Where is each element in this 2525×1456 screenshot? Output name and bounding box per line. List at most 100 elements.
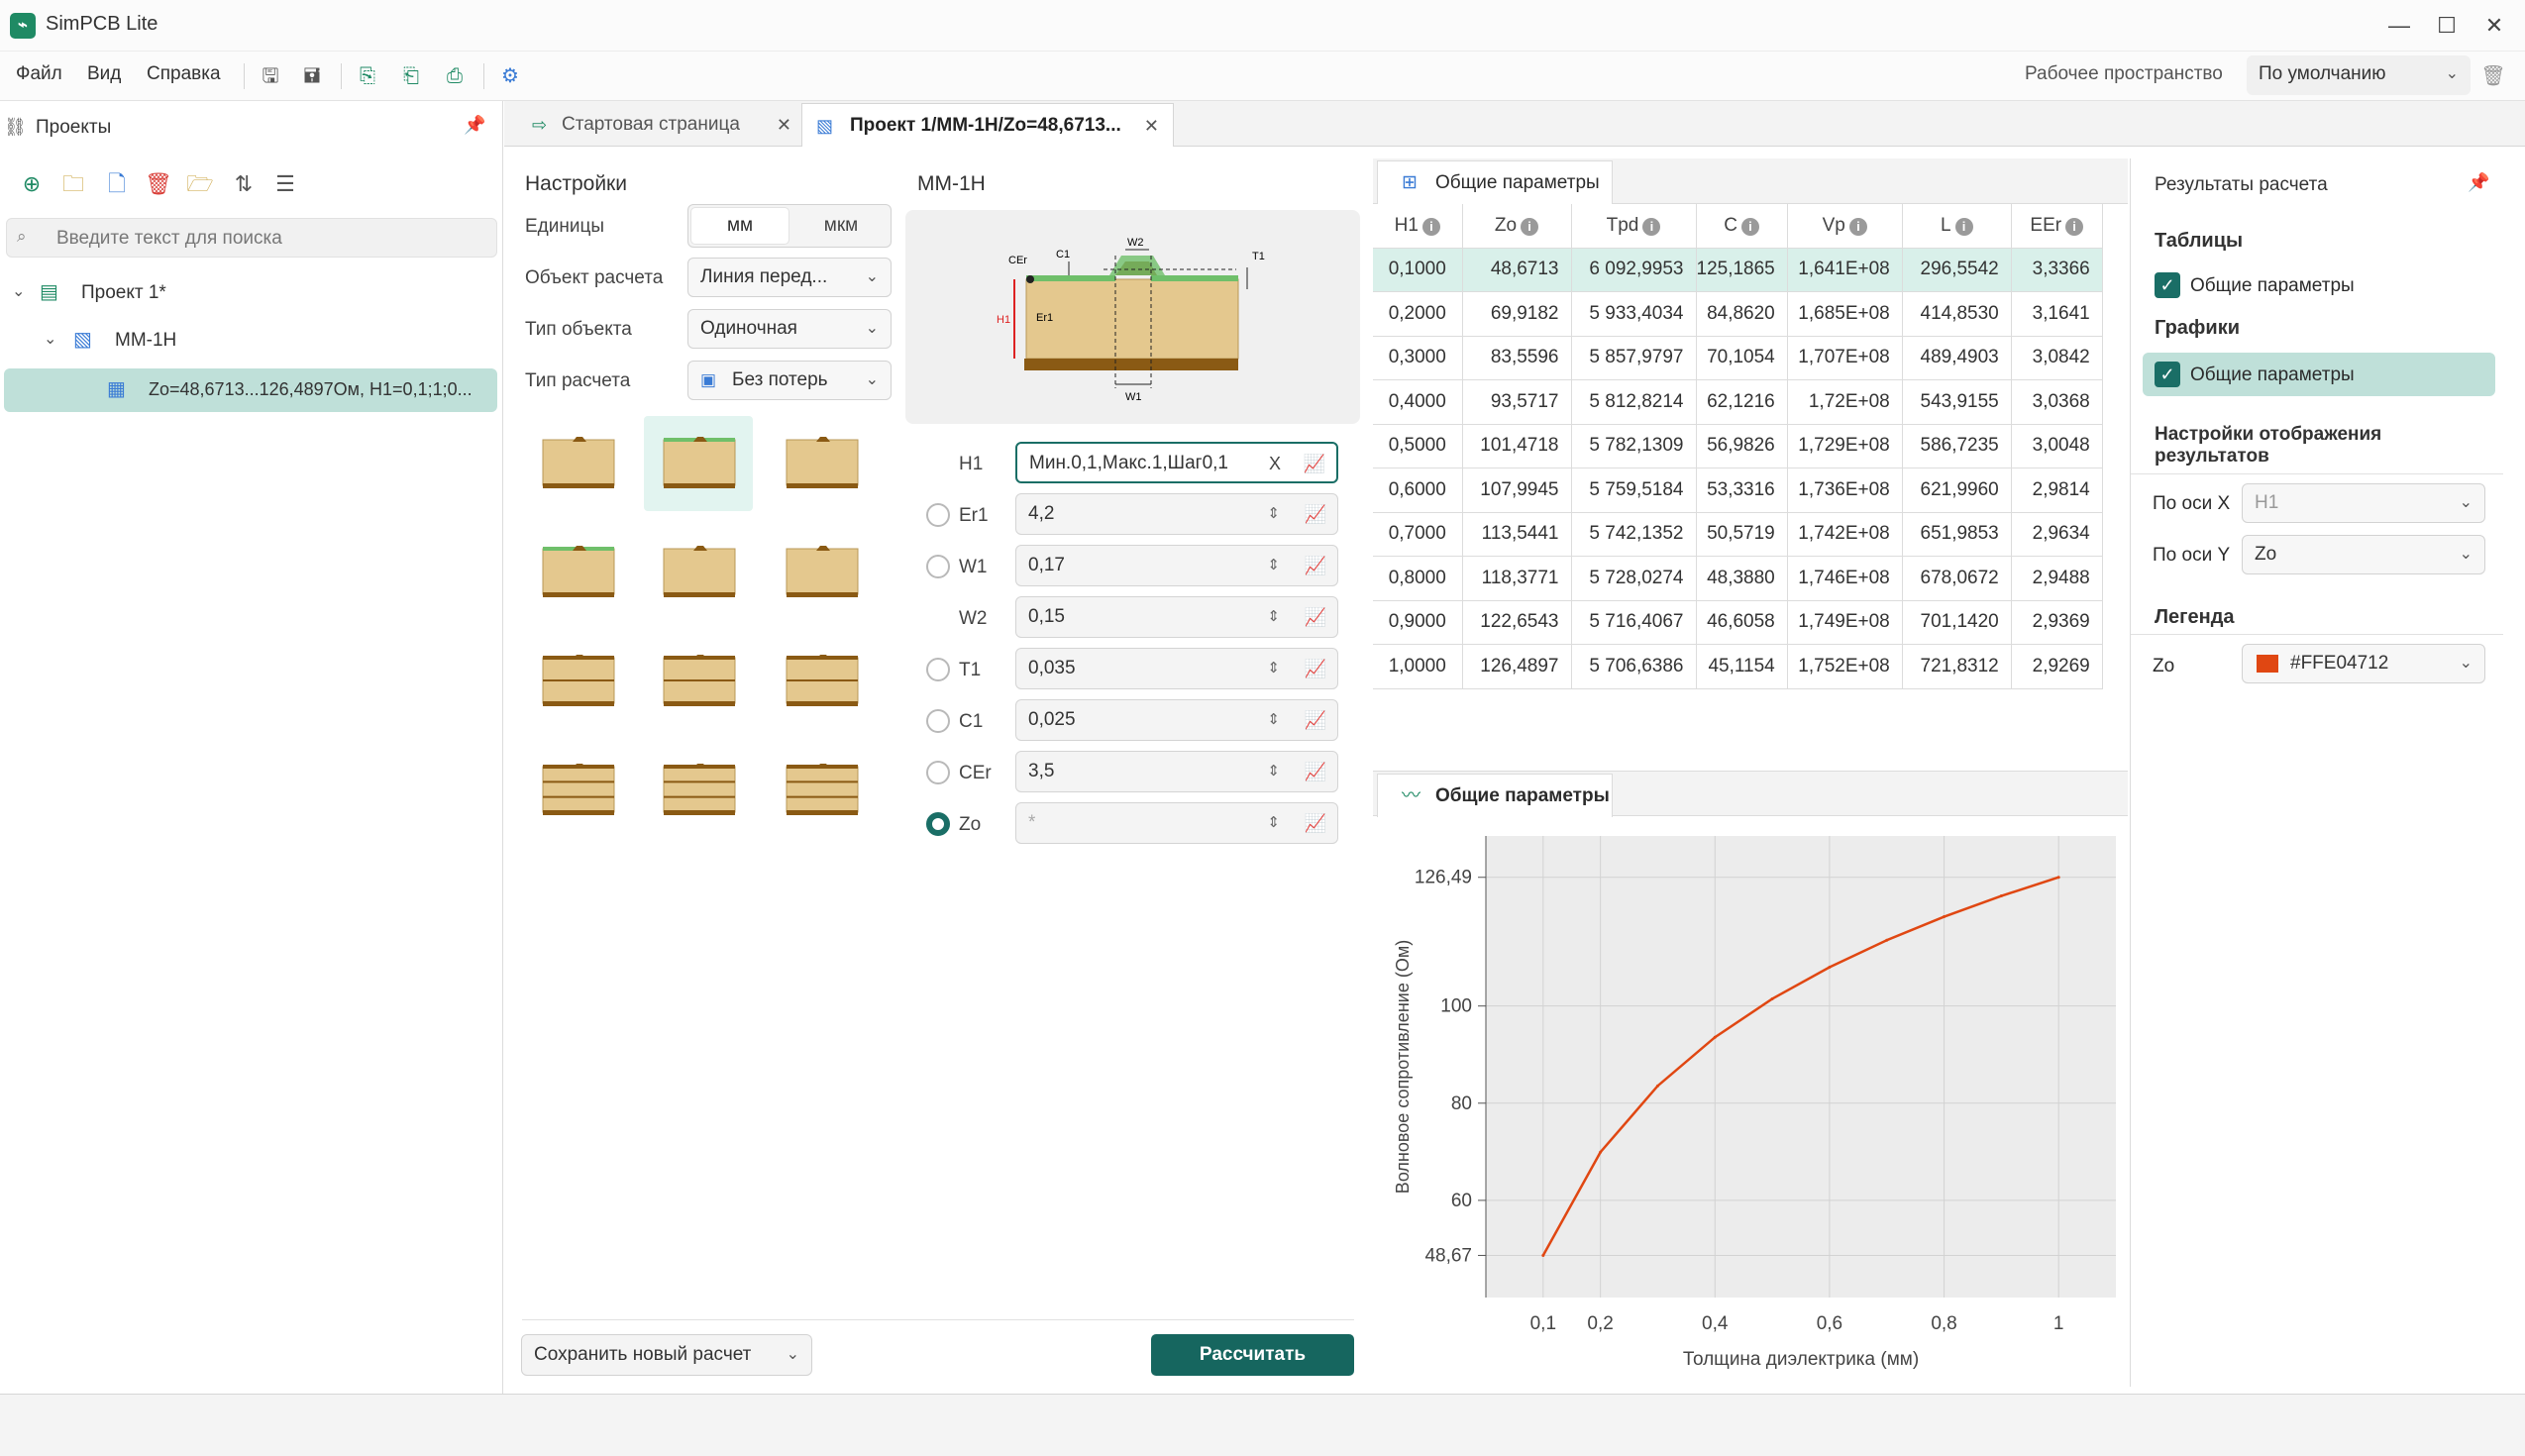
structure-thumbnail[interactable] (662, 432, 737, 491)
structure-thumbnail[interactable] (785, 541, 860, 600)
new-file-icon[interactable]: 🗋 (101, 168, 133, 200)
pin-icon[interactable]: 📌 (2468, 172, 2489, 193)
spinner-icon[interactable]: ⇕ (1267, 803, 1280, 843)
param-radio-w1[interactable] (926, 555, 950, 578)
structure-thumbnail[interactable] (785, 432, 860, 491)
calc-type-select[interactable]: ▣ Без потерь ⌄ (687, 361, 892, 400)
param-field-t1[interactable]: 0,035 ⇕ 📈 (1015, 648, 1338, 689)
plot-param-icon[interactable]: 📈 (1302, 500, 1329, 528)
tab-project[interactable]: ▧ Проект 1/MM-1H/Zo=48,6713... ✕ (801, 103, 1174, 147)
param-field-zo[interactable]: * ⇕ 📈 (1015, 802, 1338, 844)
pin-icon[interactable]: 📌 (464, 115, 485, 136)
close-tab-icon[interactable]: ✕ (1144, 104, 1159, 148)
info-icon[interactable]: i (1848, 217, 1867, 236)
calculate-button[interactable]: Рассчитать (1151, 1334, 1354, 1376)
plot-param-icon[interactable]: 📈 (1302, 655, 1329, 682)
spinner-icon[interactable]: ⇕ (1267, 494, 1280, 534)
structure-thumbnail[interactable] (785, 759, 860, 818)
collapse-all-icon[interactable]: ☰ (269, 168, 301, 200)
plot-param-icon[interactable]: 📈 (1302, 706, 1329, 734)
save-icon[interactable]: 🖫 (256, 61, 285, 91)
expand-all-icon[interactable]: ⇅ (228, 168, 260, 200)
column-header-tpd[interactable]: Tpd i (1571, 204, 1697, 249)
spinner-icon[interactable]: ⇕ (1267, 700, 1280, 740)
trash-icon[interactable]: 🗑 (2478, 61, 2508, 91)
object-select[interactable]: Линия перед... ⌄ (687, 258, 892, 297)
structure-thumbnail[interactable] (541, 541, 616, 600)
param-field-w2[interactable]: 0,15 ⇕ 📈 (1015, 596, 1338, 638)
workspace-select[interactable]: По умолчанию ⌄ (2247, 55, 2471, 95)
table-row[interactable]: 1,0000 126,4897 5 706,6386 45,1154 1,752E+08… (1373, 644, 2103, 689)
tree-item-model[interactable]: ⌄ ▧ MM-1H (0, 321, 503, 361)
menu-file[interactable]: Файл (16, 63, 62, 85)
spinner-icon[interactable]: ⇕ (1267, 597, 1280, 637)
spinner-icon[interactable]: ⇕ (1267, 649, 1280, 688)
plot-param-icon[interactable]: 📈 (1302, 809, 1329, 837)
chevron-down-icon[interactable]: ⌄ (12, 281, 25, 301)
spinner-icon[interactable]: ⇕ (1267, 546, 1280, 585)
charts-general-checkbox[interactable]: ✓ Общие параметры (2143, 353, 2495, 396)
open-folder-icon[interactable]: 🗁 (184, 168, 216, 200)
new-folder-icon[interactable]: 🗀 (57, 168, 89, 200)
structure-thumbnail[interactable] (662, 759, 737, 818)
param-radio-er1[interactable] (926, 503, 950, 527)
table-row[interactable]: 0,6000 107,9945 5 759,5184 53,3316 1,736E+08… (1373, 468, 2103, 513)
new-model-icon[interactable]: ⎗ (396, 61, 426, 91)
info-icon[interactable]: i (1642, 217, 1661, 236)
menu-help[interactable]: Справка (147, 63, 221, 85)
search-input[interactable]: Введите текст для поиска (56, 228, 282, 250)
table-row[interactable]: 0,8000 118,3771 5 728,0274 48,3880 1,746E+08… (1373, 556, 2103, 601)
info-icon[interactable]: i (1740, 217, 1759, 236)
close-tab-icon[interactable]: ✕ (777, 103, 791, 147)
plot-param-icon[interactable]: 📈 (1301, 450, 1328, 477)
table-row[interactable]: 0,2000 69,9182 5 933,4034 84,8620 1,685E+08 4… (1373, 291, 2103, 337)
new-project-icon[interactable]: ⎘ (353, 61, 382, 91)
structure-thumbnail[interactable] (541, 432, 616, 491)
clear-icon[interactable]: X (1269, 444, 1281, 483)
y-axis-select[interactable]: Zo ⌄ (2242, 535, 2485, 574)
plot-param-icon[interactable]: 📈 (1302, 552, 1329, 579)
save-all-icon[interactable]: 🖬 (297, 61, 327, 91)
menu-view[interactable]: Вид (87, 63, 121, 85)
column-header-l[interactable]: Li (1902, 204, 2012, 249)
structure-thumbnail[interactable] (662, 541, 737, 600)
table-row[interactable]: 0,9000 122,6543 5 716,4067 46,6058 1,749E+08… (1373, 600, 2103, 645)
column-header-c[interactable]: Ci (1696, 204, 1788, 249)
info-icon[interactable]: i (1421, 217, 1440, 236)
minimize-button[interactable]: — (2377, 8, 2421, 44)
param-radio-zo[interactable] (926, 812, 950, 836)
info-icon[interactable]: i (2065, 217, 2084, 236)
param-radio-c1[interactable] (926, 709, 950, 733)
tab-chart-general[interactable]: 〰 Общие параметры (1377, 774, 1613, 817)
table-row[interactable]: 0,5000 101,4718 5 782,1309 56,9826 1,729E+08… (1373, 424, 2103, 468)
structure-thumbnail[interactable] (785, 650, 860, 709)
add-icon[interactable]: ⊕ (16, 168, 48, 200)
tree-item-calculation[interactable]: ▦ Zo=48,6713...126,4897Ом, H1=0,1;1;0... (4, 368, 497, 412)
column-header-eer[interactable]: EEr i (2011, 204, 2103, 249)
param-field-h1[interactable]: Мин.0,1,Макс.1,Шаг0,1 X 📈 (1015, 442, 1338, 483)
param-radio-cer[interactable] (926, 761, 950, 784)
spinner-icon[interactable]: ⇕ (1267, 752, 1280, 791)
tree-item-project[interactable]: ⌄ ▤ Проект 1* (0, 273, 503, 313)
search-box[interactable]: ⌕ Введите текст для поиска (6, 218, 497, 258)
param-radio-t1[interactable] (926, 658, 950, 681)
structure-thumbnail[interactable] (662, 650, 737, 709)
info-icon[interactable]: i (1954, 217, 1973, 236)
units-mm-option[interactable]: мм (690, 207, 789, 245)
param-field-er1[interactable]: 4,2 ⇕ 📈 (1015, 493, 1338, 535)
type-select[interactable]: Одиночная ⌄ (687, 309, 892, 349)
tab-start-page[interactable]: ⇨ Стартовая страница ✕ (514, 103, 801, 147)
column-header-h1[interactable]: H1 i (1373, 204, 1463, 249)
plot-param-icon[interactable]: 📈 (1302, 758, 1329, 785)
param-field-w1[interactable]: 0,17 ⇕ 📈 (1015, 545, 1338, 586)
units-um-option[interactable]: мкм (791, 207, 891, 245)
x-axis-select[interactable]: H1 ⌄ (2242, 483, 2485, 523)
tab-table-general[interactable]: ⊞ Общие параметры (1377, 160, 1613, 204)
settings-gear-icon[interactable]: ⚙ (495, 61, 525, 91)
param-field-cer[interactable]: 3,5 ⇕ 📈 (1015, 751, 1338, 792)
save-new-calc-button[interactable]: Сохранить новый расчет ⌄ (521, 1334, 812, 1376)
column-header-vp[interactable]: Vp i (1787, 204, 1903, 249)
info-icon[interactable]: i (1521, 217, 1539, 236)
structure-thumbnail[interactable] (541, 650, 616, 709)
chevron-down-icon[interactable]: ⌄ (44, 329, 56, 349)
